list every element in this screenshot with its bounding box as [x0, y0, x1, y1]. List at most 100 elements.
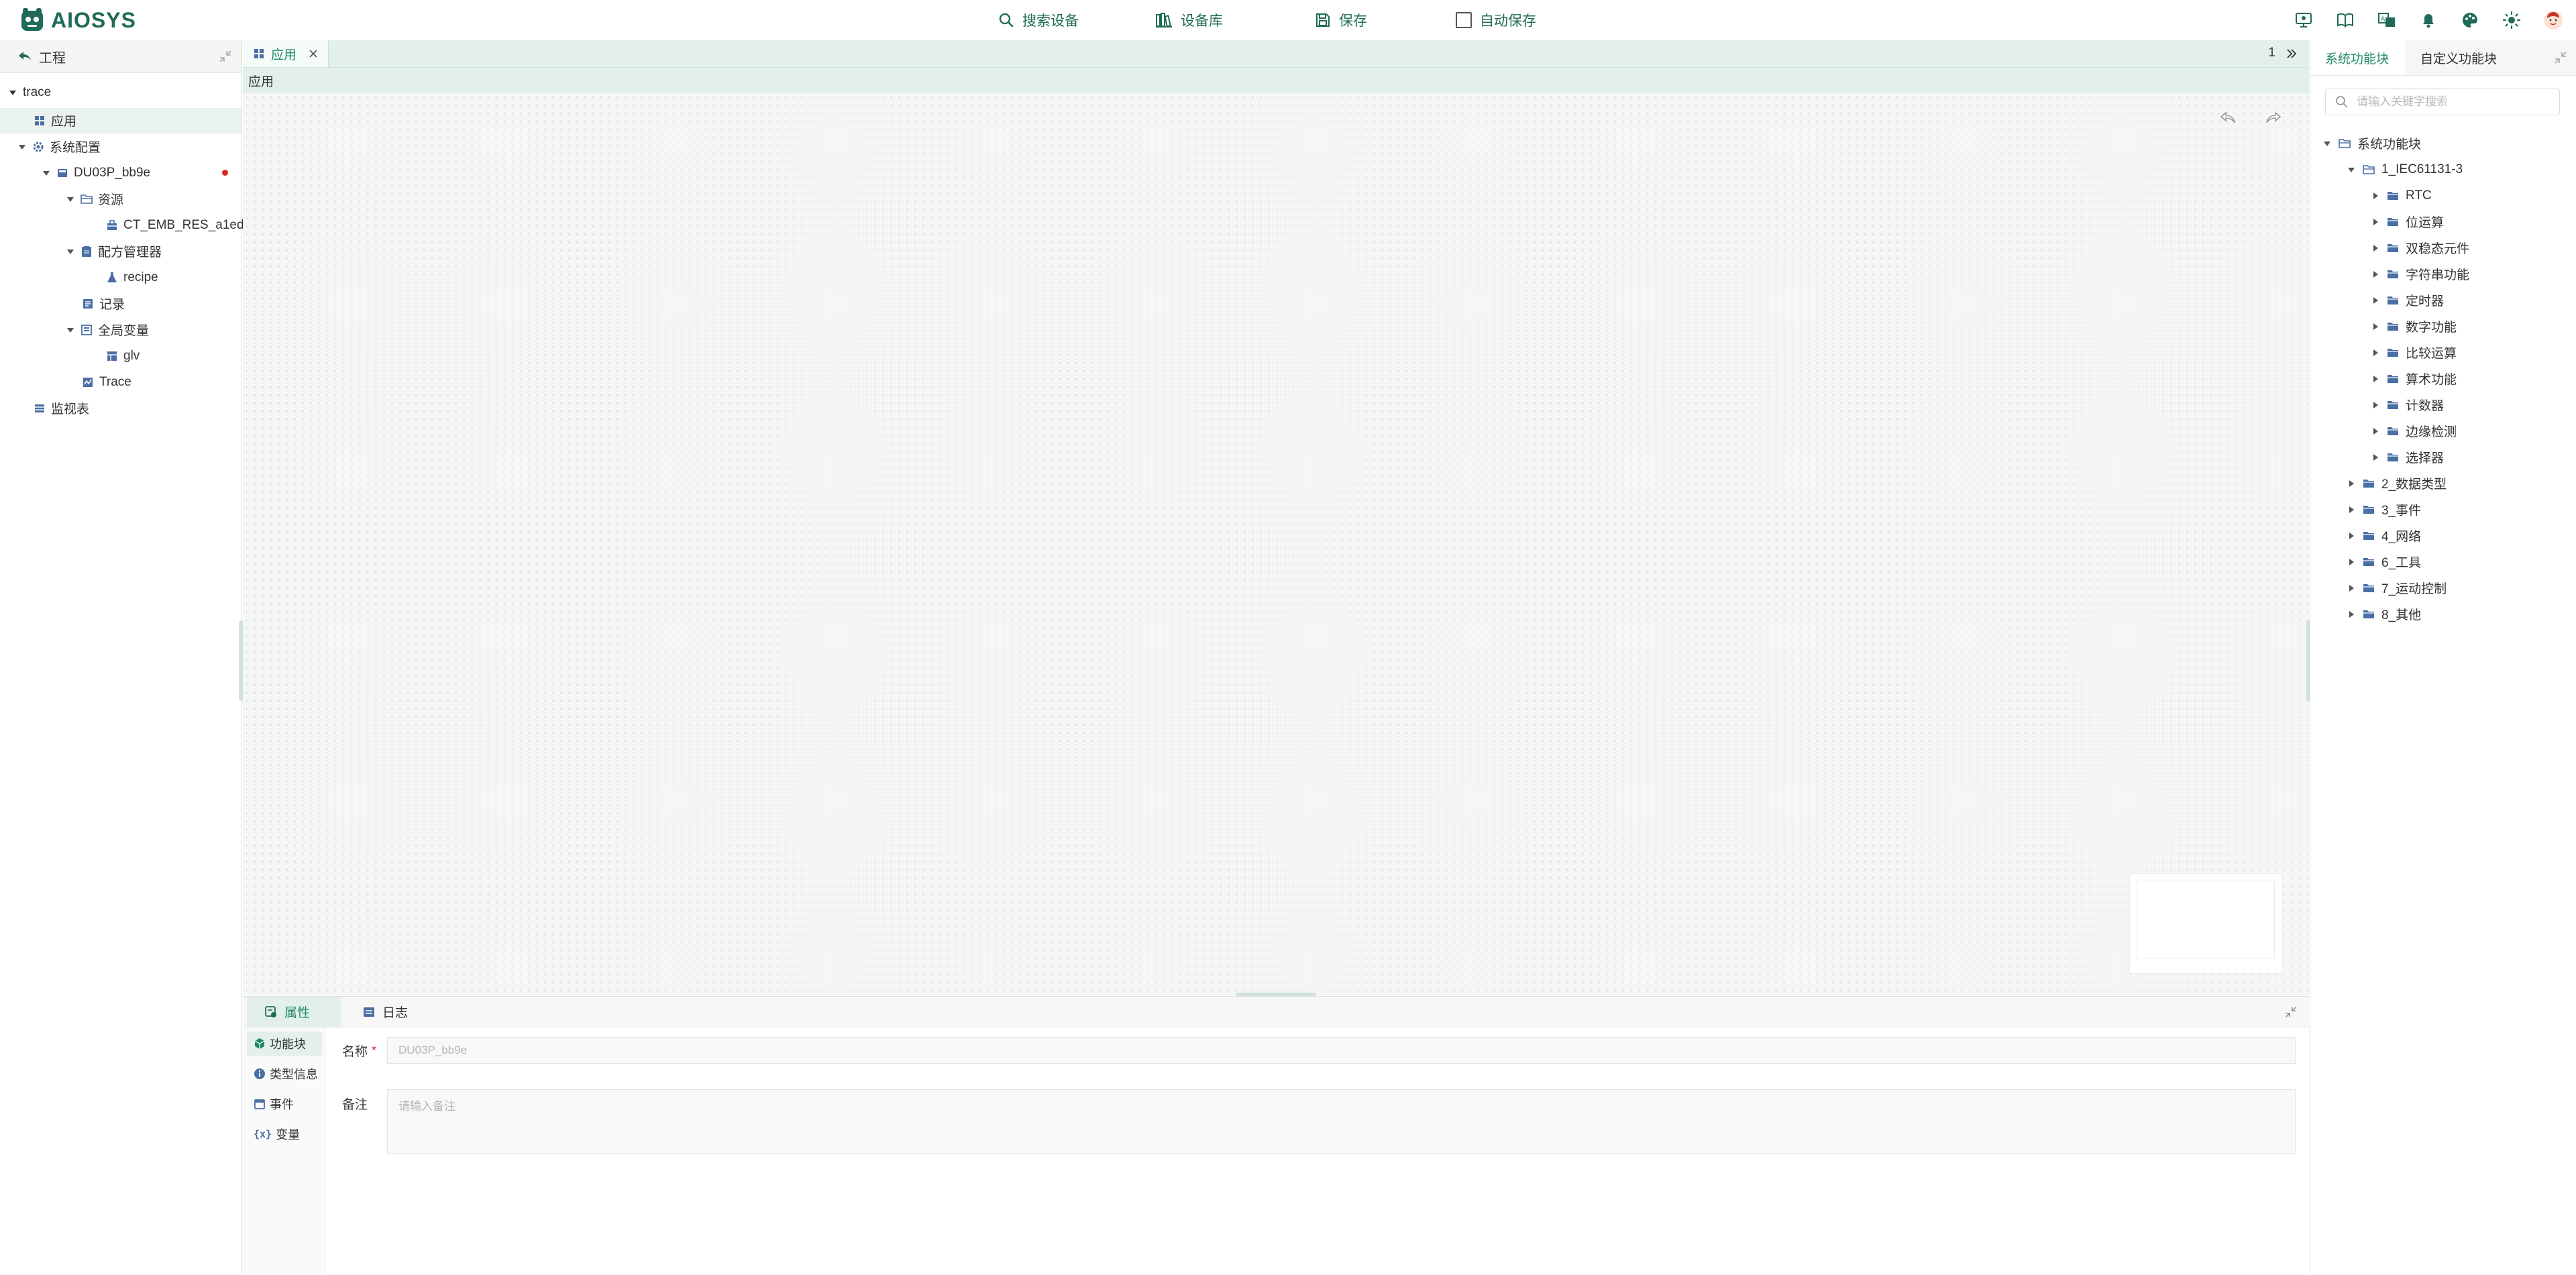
caret-right-icon[interactable] [2371, 322, 2380, 331]
close-icon[interactable] [309, 49, 318, 58]
side-tab-event[interactable]: 事件 [247, 1092, 322, 1116]
caret-right-icon[interactable] [2347, 479, 2356, 488]
library-category[interactable]: 位运算 [2371, 209, 2444, 235]
caret-right-icon[interactable] [2347, 610, 2356, 619]
caret-right-icon[interactable] [2371, 400, 2380, 410]
library-category[interactable]: 双稳态元件 [2371, 235, 2469, 261]
tree-item-trace-node[interactable]: Trace [82, 369, 131, 395]
save-button[interactable]: 保存 [1315, 0, 1367, 40]
editor-canvas[interactable] [243, 93, 2309, 995]
library-group-iec[interactable]: 1_IEC61131-3 [2347, 156, 2463, 182]
caret-right-icon[interactable] [2347, 557, 2356, 567]
side-tab-variable[interactable]: {x} 变量 [247, 1122, 322, 1146]
tab-app[interactable]: 应用 [243, 40, 329, 67]
library-group[interactable]: 4_网络 [2347, 522, 2421, 549]
bell-icon[interactable] [2418, 9, 2439, 31]
library-category[interactable]: 数字功能 [2371, 313, 2457, 339]
caret-down-icon[interactable] [2347, 165, 2356, 174]
editor-tab-bar: 应用 1 [243, 40, 2309, 68]
caret-right-icon[interactable] [2371, 296, 2380, 305]
translate-icon[interactable]: A [2376, 9, 2398, 31]
undo-icon[interactable] [2219, 111, 2237, 125]
caret-right-icon[interactable] [2371, 191, 2380, 201]
autosave-checkbox[interactable]: 自动保存 [1456, 0, 1536, 40]
caret-right-icon[interactable] [2371, 374, 2380, 384]
library-category[interactable]: 字符串功能 [2371, 261, 2469, 287]
folder-icon [2363, 530, 2375, 542]
library-root[interactable]: 系统功能块 [2322, 130, 2421, 156]
folder-icon [2363, 478, 2375, 490]
caret-right-icon[interactable] [2347, 584, 2356, 593]
tree-item-record[interactable]: 记录 [82, 290, 125, 317]
caret-down-icon[interactable] [42, 168, 51, 178]
library-group[interactable]: 7_运动控制 [2347, 575, 2447, 601]
caret-down-icon[interactable] [66, 247, 75, 256]
tree-item-resource[interactable]: CT_EMB_RES_a1ed [106, 212, 244, 238]
library-search-input[interactable] [2355, 95, 2546, 109]
tree-item-device[interactable]: DU03P_bb9e [42, 160, 228, 186]
tree-item-global-vars[interactable]: 全局变量 [66, 317, 149, 343]
checkbox-box[interactable] [1456, 12, 1472, 28]
remark-field[interactable]: 请输入备注 [387, 1089, 2296, 1154]
tree-item-recipe[interactable]: recipe [106, 264, 158, 290]
search-device-button[interactable]: 搜索设备 [998, 0, 1079, 40]
tab-system-blocks[interactable]: 系统功能块 [2310, 40, 2406, 75]
double-chevron-right-icon[interactable] [2286, 48, 2297, 59]
back-arrow-icon[interactable] [17, 50, 32, 62]
caret-right-icon[interactable] [2371, 243, 2380, 253]
library-search[interactable] [2325, 89, 2560, 115]
library-category[interactable]: 选择器 [2371, 444, 2444, 470]
tree-label: 双稳态元件 [2406, 242, 2470, 256]
caret-right-icon[interactable] [2347, 505, 2356, 514]
book-icon[interactable] [2334, 9, 2356, 31]
tree-item-sys-config[interactable]: 系统配置 [17, 133, 101, 160]
collapse-icon[interactable] [2554, 51, 2567, 64]
caret-right-icon[interactable] [2371, 217, 2380, 227]
tab-properties[interactable]: 属性 [247, 997, 341, 1027]
breadcrumb-item: 应用 [248, 74, 274, 89]
library-group[interactable]: 3_事件 [2347, 496, 2421, 522]
tree-item-glv[interactable]: glv [106, 343, 140, 369]
caret-down-icon[interactable] [66, 195, 75, 204]
library-group[interactable]: 8_其他 [2347, 601, 2421, 627]
collapse-icon[interactable] [2285, 1006, 2297, 1018]
tree-label: recipe [123, 270, 158, 284]
minimap[interactable] [2129, 873, 2282, 974]
library-category[interactable]: 边缘检测 [2371, 418, 2457, 444]
library-category[interactable]: 计数器 [2371, 392, 2444, 418]
device-library-button[interactable]: 设备库 [1155, 0, 1223, 40]
tree-item-trace[interactable]: trace [8, 79, 51, 105]
library-category[interactable]: 算术功能 [2371, 366, 2457, 392]
caret-down-icon[interactable] [2322, 139, 2332, 148]
tree-item-resources[interactable]: 资源 [66, 186, 123, 212]
tree-item-watch-table[interactable]: 监视表 [34, 395, 89, 421]
collapse-icon[interactable] [219, 50, 232, 63]
caret-right-icon[interactable] [2371, 348, 2380, 357]
sun-icon[interactable] [2501, 9, 2522, 31]
library-category[interactable]: 定时器 [2371, 287, 2444, 313]
name-field[interactable]: DU03P_bb9e [387, 1037, 2296, 1064]
caret-right-icon[interactable] [2347, 531, 2356, 541]
caret-down-icon[interactable] [17, 142, 27, 152]
caret-right-icon[interactable] [2371, 270, 2380, 279]
tab-custom-blocks[interactable]: 自定义功能块 [2406, 40, 2512, 75]
side-tab-function-block[interactable]: 功能块 [247, 1032, 322, 1056]
log-icon [364, 1007, 374, 1017]
minimap-viewport[interactable] [2137, 881, 2275, 958]
palette-icon[interactable] [2459, 9, 2481, 31]
tab-log[interactable]: 日志 [345, 997, 439, 1027]
caret-down-icon[interactable] [8, 88, 17, 97]
user-avatar[interactable] [2542, 9, 2564, 31]
library-category[interactable]: RTC [2371, 182, 2432, 209]
caret-right-icon[interactable] [2371, 427, 2380, 436]
library-group[interactable]: 6_工具 [2347, 549, 2421, 575]
caret-down-icon[interactable] [66, 325, 75, 335]
redo-icon[interactable] [2265, 111, 2282, 125]
tree-item-app[interactable]: 应用 [34, 107, 76, 133]
library-group[interactable]: 2_数据类型 [2347, 470, 2447, 496]
side-tab-type-info[interactable]: 类型信息 [247, 1062, 322, 1086]
caret-right-icon[interactable] [2371, 453, 2380, 462]
tree-item-recipe-manager[interactable]: 配方管理器 [66, 238, 162, 264]
library-category[interactable]: 比较运算 [2371, 339, 2457, 366]
monitor-icon[interactable] [2293, 9, 2314, 31]
